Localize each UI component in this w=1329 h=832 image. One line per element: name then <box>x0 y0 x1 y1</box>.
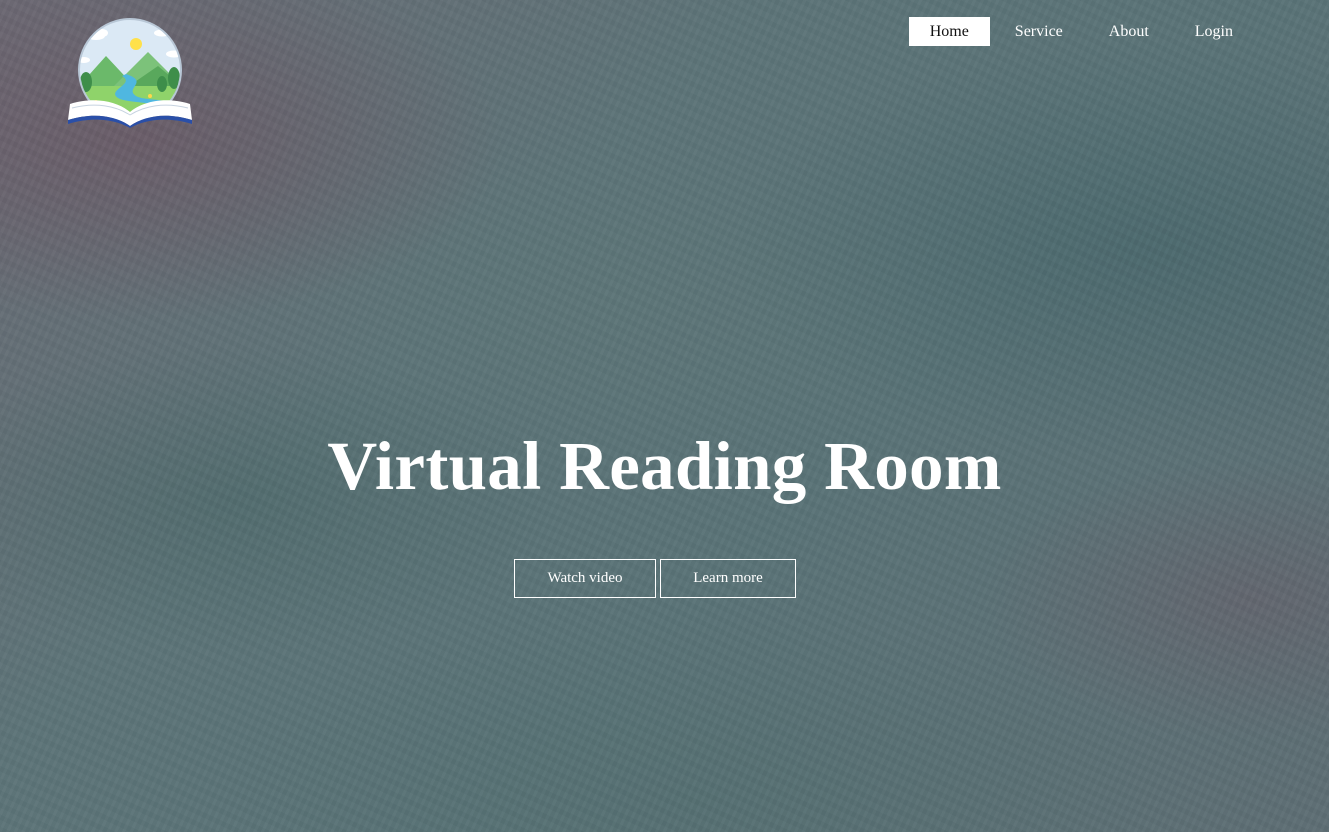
background-texture <box>0 0 1329 832</box>
nav-item-home[interactable]: Home <box>908 17 990 46</box>
nav-item-login[interactable]: Login <box>1174 17 1254 46</box>
learn-more-button[interactable]: Learn more <box>660 559 796 598</box>
book-landscape-logo-icon <box>68 18 192 128</box>
site-logo[interactable] <box>66 16 194 128</box>
main-nav: Home Service About Login <box>908 17 1254 46</box>
watch-video-button[interactable]: Watch video <box>514 559 656 598</box>
nav-item-about[interactable]: About <box>1088 17 1170 46</box>
nav-item-service[interactable]: Service <box>994 17 1084 46</box>
hero-actions: Watch video Learn more <box>514 559 796 598</box>
hero-title: Virtual Reading Room <box>327 428 1002 504</box>
